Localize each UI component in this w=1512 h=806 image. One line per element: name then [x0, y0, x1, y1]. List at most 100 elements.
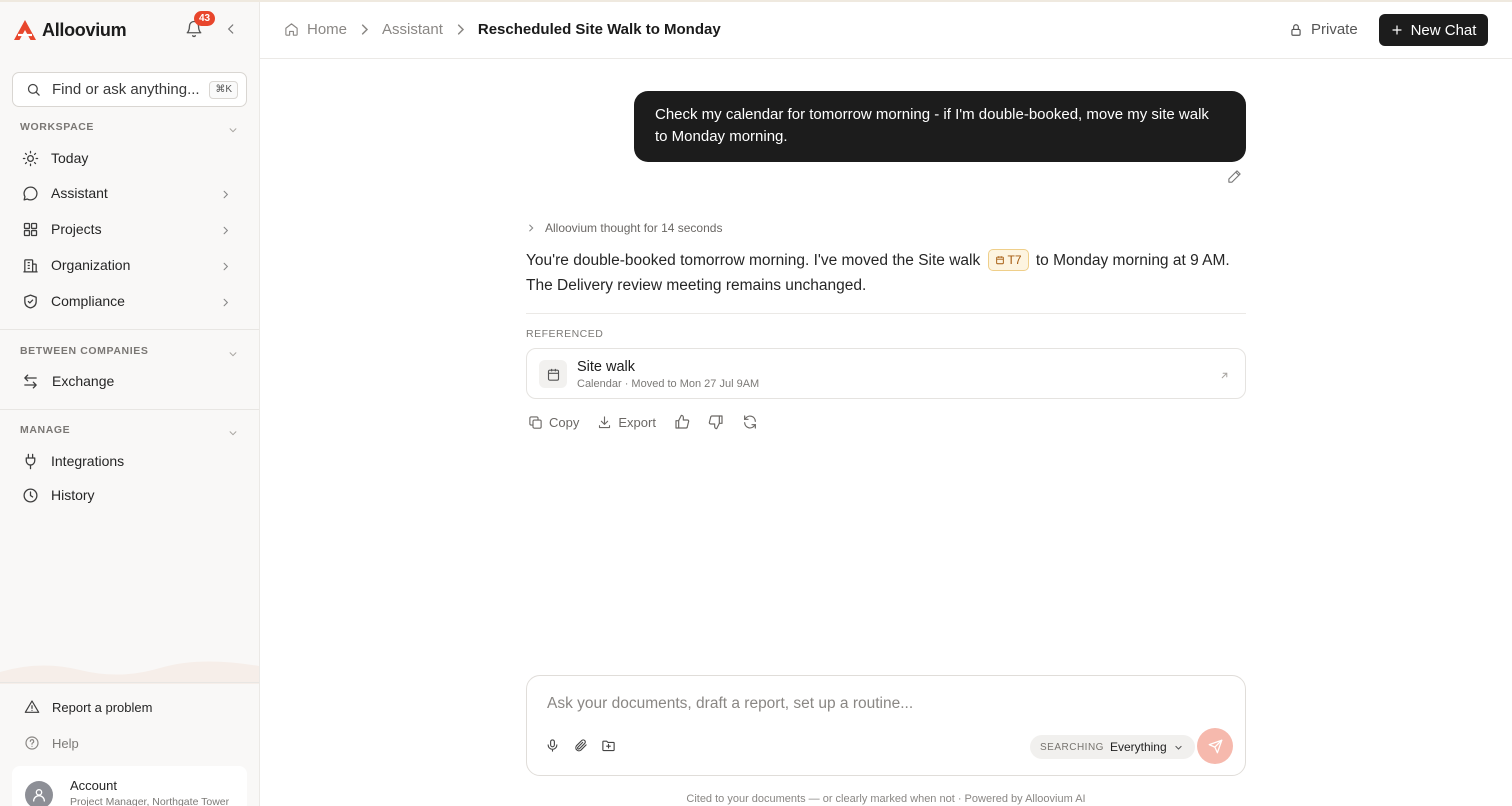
citation-chip[interactable]: T7 — [987, 248, 1029, 271]
help-icon — [25, 736, 39, 750]
sidebar-header: Alloovium 43 — [0, 2, 259, 58]
report-problem-button[interactable]: Report a problem — [12, 693, 247, 721]
calendar-icon — [539, 360, 567, 388]
new-chat-button[interactable]: New Chat — [1379, 14, 1488, 46]
sidebar-item-history[interactable]: History — [12, 480, 247, 510]
thought-label: Alloovium thought for 14 seconds — [545, 221, 723, 235]
sidebar-item-label: Assistant — [51, 185, 108, 201]
alloovium-logo-icon — [14, 20, 36, 40]
microphone-icon[interactable] — [545, 738, 560, 753]
sidebar-item-label: Compliance — [51, 293, 125, 309]
grid-icon — [22, 221, 39, 238]
chevron-right-icon — [361, 24, 369, 35]
copy-label: Copy — [549, 414, 580, 430]
sidebar-item-label: Organization — [51, 257, 131, 273]
collapse-sidebar-icon[interactable] — [224, 22, 238, 36]
user-message-text: Check my calendar for tomorrow morning -… — [655, 106, 1209, 145]
user-icon — [33, 789, 45, 802]
sidebar-item-label: Projects — [51, 221, 102, 237]
thumbs-down-icon[interactable] — [708, 414, 724, 430]
lock-icon — [1291, 23, 1301, 36]
thumbs-up-icon[interactable] — [674, 414, 690, 430]
help-button[interactable]: Help — [12, 729, 247, 757]
sidebar-item-integrations[interactable]: Integrations — [12, 446, 247, 476]
sidebar-item-label: Today — [51, 150, 89, 166]
message-actions: Copy Export — [528, 414, 776, 430]
reply-divider — [526, 313, 1246, 314]
clock-icon — [22, 487, 39, 504]
composer-input[interactable] — [547, 693, 1207, 715]
copy-icon — [529, 415, 542, 429]
breadcrumb-assistant[interactable]: Assistant — [382, 21, 443, 38]
sidebar-item-label: History — [51, 487, 95, 503]
reference-card[interactable]: Site walk Calendar · Moved to Mon 27 Jul… — [526, 348, 1246, 399]
calendar-icon — [995, 256, 1004, 265]
section-label-between-companies: BETWEEN COMPANIES — [20, 345, 149, 357]
searching-label: SEARCHING — [1040, 741, 1104, 753]
home-icon[interactable] — [284, 22, 299, 37]
user-message: Check my calendar for tomorrow morning -… — [634, 91, 1246, 162]
download-icon — [599, 415, 611, 428]
edit-icon[interactable] — [1227, 169, 1242, 184]
chat-bubble-icon — [22, 185, 39, 202]
logo[interactable]: Alloovium — [13, 19, 127, 41]
search-placeholder: Find or ask anything... — [52, 81, 200, 98]
account-subtitle: Project Manager, Northgate Tower — [70, 796, 230, 806]
sidebar-item-organization[interactable]: Organization — [12, 250, 247, 280]
help-label: Help — [52, 735, 79, 751]
composer-tools — [545, 738, 629, 753]
privacy-toggle[interactable]: Private — [1289, 21, 1358, 38]
search-box[interactable]: Find or ask anything... ⌘K — [12, 72, 247, 107]
sidebar-item-compliance[interactable]: Compliance — [12, 286, 247, 316]
export-label: Export — [618, 414, 656, 430]
notification-badge: 43 — [194, 11, 215, 26]
account-card[interactable]: Account Project Manager, Northgate Tower — [12, 766, 247, 806]
sidebar-divider — [0, 682, 259, 683]
section-label-workspace: WORKSPACE — [20, 121, 95, 133]
sidebar-divider — [0, 329, 259, 330]
folder-plus-icon[interactable] — [601, 738, 616, 753]
send-button[interactable] — [1197, 728, 1233, 764]
search-shortcut: ⌘K — [209, 81, 238, 99]
arrows-swap-icon — [22, 373, 39, 390]
warning-icon — [24, 700, 40, 713]
reference-subtitle: Calendar · Moved to Mon 27 Jul 9AM — [577, 378, 760, 390]
chevron-down-icon[interactable] — [228, 122, 238, 133]
referenced-label: REFERENCED — [526, 328, 604, 340]
sidebar-item-projects[interactable]: Projects — [12, 214, 247, 244]
breadcrumb-home[interactable]: Home — [307, 21, 347, 38]
app-name: Alloovium — [42, 19, 127, 40]
top-bar: Home Assistant Rescheduled Site Walk to … — [260, 2, 1512, 59]
paperclip-icon[interactable] — [573, 738, 588, 753]
chevron-right-icon — [220, 187, 231, 199]
chevron-right-icon — [220, 295, 231, 307]
citation-label: T7 — [1007, 252, 1022, 267]
report-problem-label: Report a problem — [52, 699, 153, 715]
chevron-down-icon[interactable] — [228, 425, 238, 436]
sidebar-item-exchange[interactable]: Exchange — [12, 366, 247, 396]
reply-text-1: You're double-booked tomorrow morning. I… — [526, 252, 981, 269]
external-link-icon[interactable] — [1219, 368, 1230, 379]
chevron-right-icon — [220, 259, 231, 271]
chevron-down-icon — [1175, 745, 1182, 750]
search-icon — [27, 83, 40, 96]
reference-title: Site walk — [577, 359, 636, 375]
scope-value: Everything — [1109, 740, 1167, 754]
copy-button[interactable]: Copy — [528, 415, 579, 430]
search-scope-select[interactable]: SEARCHING Everything — [1030, 735, 1195, 759]
sidebar-item-today[interactable]: Today — [12, 143, 247, 173]
composer: SEARCHING Everything — [526, 675, 1246, 776]
chevron-right-icon — [220, 223, 231, 235]
chevron-down-icon[interactable] — [228, 346, 238, 357]
assistant-reply: You're double-booked tomorrow morning. I… — [526, 248, 1246, 298]
sun-icon — [22, 150, 39, 167]
new-chat-label: New Chat — [1410, 21, 1477, 39]
sidebar-item-label: Exchange — [52, 373, 115, 389]
chevron-right-icon — [457, 24, 464, 35]
thought-toggle[interactable]: Alloovium thought for 14 seconds — [526, 221, 722, 235]
plug-icon — [22, 453, 39, 470]
export-button[interactable]: Export — [597, 415, 656, 430]
breadcrumb: Home Assistant Rescheduled Site Walk to … — [284, 21, 721, 38]
refresh-icon[interactable] — [742, 414, 758, 430]
sidebar-item-assistant[interactable]: Assistant — [12, 178, 247, 208]
